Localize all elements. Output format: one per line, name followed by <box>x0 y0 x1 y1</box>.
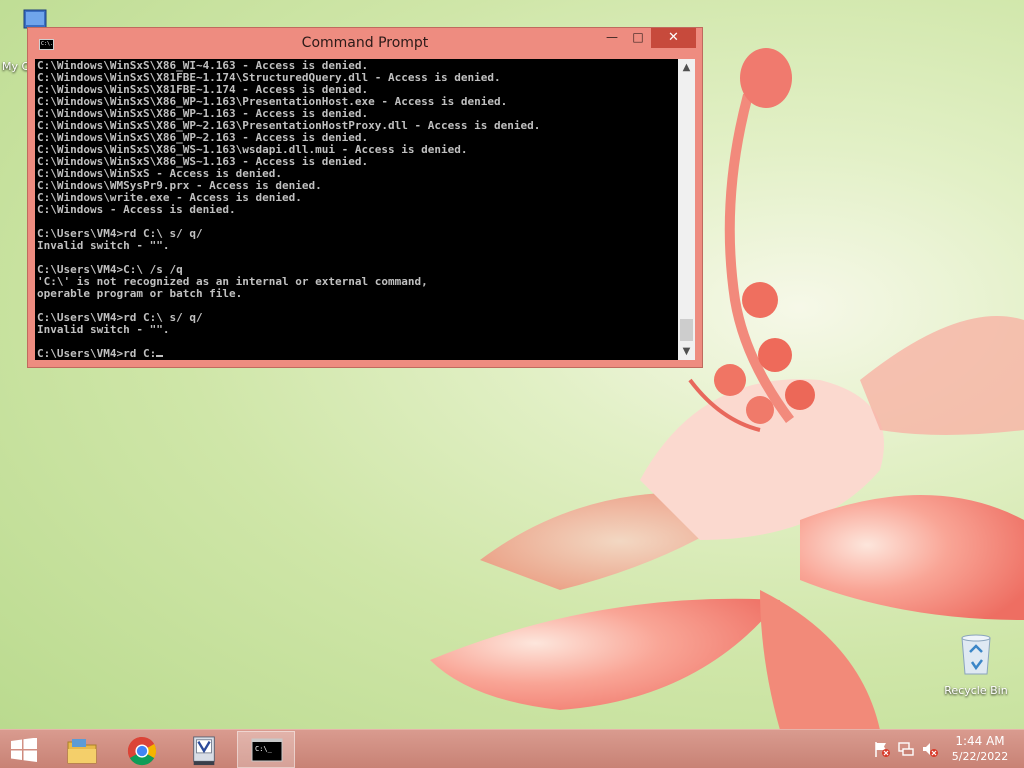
recycle-bin-icon <box>956 630 996 676</box>
taskbar-command-prompt[interactable]: C:\_ <box>237 731 295 768</box>
windows-start-icon <box>11 738 37 762</box>
taskbar-chrome[interactable] <box>112 731 170 768</box>
app-v-icon <box>193 736 215 766</box>
taskbar-app-v[interactable] <box>174 731 232 768</box>
desktop-icon-label: My C <box>2 60 30 73</box>
system-clock[interactable]: 1:44 AM 5/22/2022 <box>944 733 1016 765</box>
command-prompt-window[interactable]: C:\. Command Prompt — □ ✕ C:\Windows\Win… <box>27 27 703 368</box>
desktop-icon-label: Recycle Bin <box>944 684 1008 697</box>
close-button[interactable]: ✕ <box>651 28 696 48</box>
start-button[interactable] <box>10 738 38 762</box>
svg-text:C:\_: C:\_ <box>255 745 273 753</box>
taskbar: C:\_ 1:44 AM 5/22/2022 <box>0 729 1024 768</box>
scroll-up-arrow-icon[interactable]: ▲ <box>678 59 695 76</box>
volume-muted-icon[interactable] <box>921 740 939 758</box>
clock-date: 5/22/2022 <box>951 750 1009 763</box>
console-line: Invalid switch - "". <box>37 239 170 252</box>
console-output[interactable]: C:\Windows\WinSxS\X86_WI~4.163 - Access … <box>35 59 678 360</box>
taskbar-file-explorer[interactable] <box>52 731 110 768</box>
minimize-button[interactable]: — <box>599 28 625 48</box>
text-cursor <box>156 355 164 357</box>
desktop-icon-recycle-bin[interactable]: Recycle Bin <box>936 630 1016 697</box>
network-icon[interactable] <box>897 740 915 758</box>
console-input-line[interactable]: C:\Users\VM4>rd C: <box>37 347 156 360</box>
console-line: operable program or batch file. <box>37 287 243 300</box>
cmd-icon: C:\_ <box>251 738 283 762</box>
console-line: C:\Windows - Access is denied. <box>37 203 236 216</box>
window-titlebar[interactable]: C:\. Command Prompt — □ ✕ <box>28 28 702 59</box>
chrome-icon <box>127 736 157 766</box>
scrollbar-thumb[interactable] <box>680 319 693 341</box>
scroll-down-arrow-icon[interactable]: ▼ <box>678 343 695 360</box>
console-text: C:\Windows\WinSxS\X86_WI~4.163 - Access … <box>35 59 678 360</box>
console-line: Invalid switch - "". <box>37 323 170 336</box>
console-scrollbar[interactable]: ▲ ▼ <box>678 59 695 360</box>
maximize-button[interactable]: □ <box>625 28 651 48</box>
clock-time: 1:44 AM <box>955 734 1005 748</box>
action-center-flag-icon[interactable] <box>873 740 891 758</box>
folder-icon <box>67 739 97 764</box>
